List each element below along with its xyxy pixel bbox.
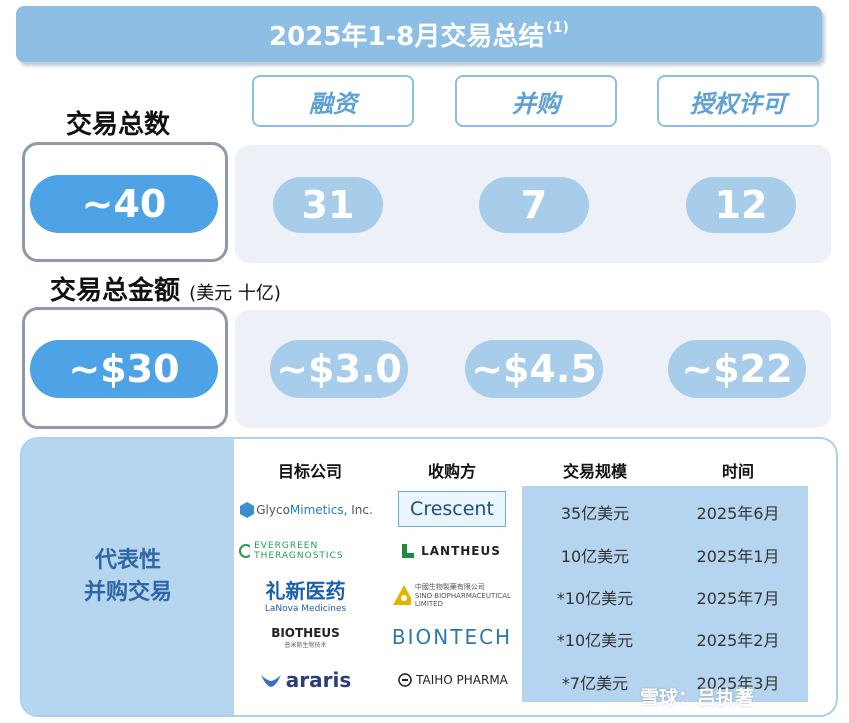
logo-araris: araris bbox=[238, 666, 373, 694]
araris-logo-icon bbox=[260, 675, 281, 687]
biotheus-sub: 普米斯生物技术 bbox=[284, 641, 327, 649]
glycomimetics-logo-icon bbox=[240, 502, 255, 518]
deal-amount-unit: (美元 十亿) bbox=[189, 283, 281, 304]
ma-side-label-line2: 并购交易 bbox=[83, 579, 172, 605]
evergreen-logo-icon bbox=[239, 544, 251, 558]
taiho-logo-icon bbox=[398, 673, 412, 687]
araris-text: araris bbox=[285, 668, 352, 692]
logo-lanova: 礼新医药 LaNova Medicines bbox=[238, 575, 373, 614]
row4-size: *10亿美元 bbox=[556, 631, 634, 650]
glyco-text-b: Mimetics bbox=[289, 503, 344, 517]
sino-en: SINO BIOPHARMACEUTICAL LIMITED bbox=[414, 592, 511, 608]
header-size: 交易规模 bbox=[562, 462, 627, 481]
deal-amount-ma: ~$4.5 bbox=[465, 340, 603, 398]
category-financing: 融资 bbox=[252, 75, 414, 127]
logo-evergreen: EVERGREEN THERAGNOSTICS bbox=[238, 538, 373, 564]
evergreen-text: EVERGREEN THERAGNOSTICS bbox=[254, 541, 344, 561]
lanova-cn: 礼新医药 bbox=[265, 578, 346, 603]
glyco-text-c: , Inc. bbox=[343, 503, 373, 517]
title-footnote: (1) bbox=[546, 20, 569, 36]
logo-glycomimetics: Glyco Mimetics, Inc. bbox=[238, 495, 373, 525]
header-date: 时间 bbox=[721, 462, 754, 481]
page-title: 2025年1-8月交易总结 (1) bbox=[16, 6, 822, 62]
row3-size: *10亿美元 bbox=[556, 589, 634, 608]
sino-cn: 中國生物製藥有限公司 bbox=[414, 583, 485, 591]
lanova-en: LaNova Medicines bbox=[264, 603, 347, 614]
logo-taiho: TAIHO PHARMA bbox=[392, 668, 514, 692]
logo-biotheus: BIOTHEUS 普米斯生物技术 bbox=[238, 622, 373, 652]
row2-size: 10亿美元 bbox=[560, 547, 630, 566]
deal-amount-total: ~$30 bbox=[30, 340, 218, 398]
row5-size: *7亿美元 bbox=[561, 674, 629, 693]
deal-amount-licensing: ~$22 bbox=[668, 340, 806, 398]
deal-count-financing: 31 bbox=[273, 177, 383, 233]
row1-date: 2025年6月 bbox=[696, 504, 780, 523]
biotheus-text: BIOTHEUS bbox=[271, 625, 340, 640]
deal-amount-label: 交易总金额 (美元 十亿) bbox=[50, 270, 281, 307]
category-ma: 并购 bbox=[455, 75, 617, 127]
title-text: 2025年1-8月交易总结 bbox=[269, 21, 545, 52]
glyco-text-a: Glyco bbox=[256, 503, 290, 517]
ma-side-label-line1: 代表性 bbox=[94, 547, 161, 573]
sino-logo-icon bbox=[393, 585, 411, 605]
deal-count-label: 交易总数 bbox=[66, 110, 171, 140]
taiho-text: TAIHO PHARMA bbox=[416, 673, 508, 687]
deal-count-licensing: 12 bbox=[686, 177, 796, 233]
ma-side-label: 代表性 并购交易 bbox=[22, 438, 234, 715]
row2-date: 2025年1月 bbox=[696, 547, 780, 566]
deal-count-total: ~40 bbox=[30, 175, 218, 233]
deal-count-ma: 7 bbox=[479, 177, 589, 233]
category-licensing: 授权许可 bbox=[657, 75, 819, 127]
header-target: 目标公司 bbox=[277, 462, 342, 481]
row1-size: 35亿美元 bbox=[560, 504, 630, 523]
logo-crescent: Crescent bbox=[398, 491, 506, 527]
row4-date: 2025年2月 bbox=[696, 631, 780, 650]
logo-sino: 中國生物製藥有限公司 SINO BIOPHARMACEUTICAL LIMITE… bbox=[392, 580, 514, 610]
logo-lantheus: LANTHEUS bbox=[398, 538, 504, 564]
lantheus-text: LANTHEUS bbox=[421, 544, 501, 558]
header-acquirer: 收购方 bbox=[427, 462, 476, 481]
watermark: 雪球：吕执著 bbox=[640, 687, 755, 709]
row3-date: 2025年7月 bbox=[696, 589, 780, 608]
lantheus-logo-icon bbox=[402, 544, 415, 558]
logo-biontech: BIONTECH bbox=[391, 625, 513, 649]
deal-amount-label-text: 交易总金额 bbox=[50, 276, 181, 306]
deal-amount-financing: ~$3.0 bbox=[270, 340, 408, 398]
